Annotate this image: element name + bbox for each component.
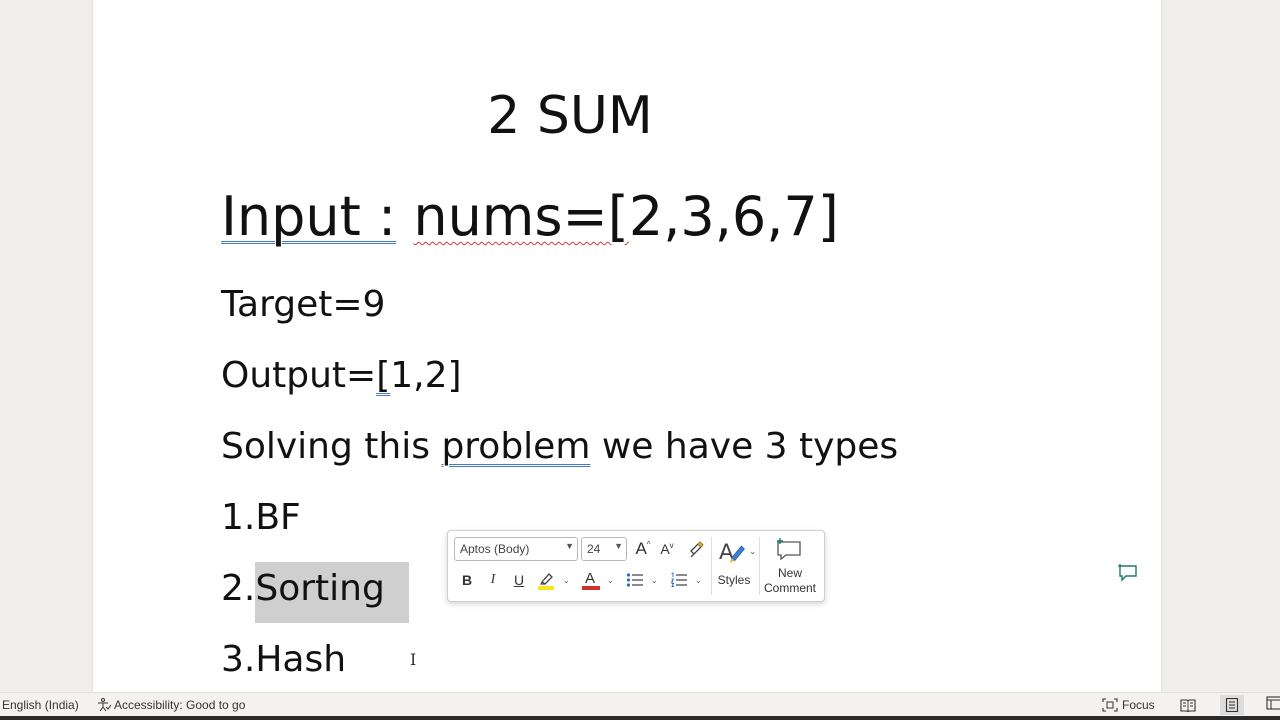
output-bracket: [ [376,355,391,396]
read-mode-icon[interactable] [1178,696,1198,714]
item2-number: 2. [221,568,256,609]
focus-icon [1102,698,1118,712]
solving-word: problem [441,426,591,467]
document-title: 2 SUM [487,86,653,146]
doc-line-item3: 3.Hash [221,639,347,680]
font-size-combo[interactable]: 24 ▼ [581,537,627,561]
grow-font-icon[interactable]: A ^ [632,537,654,561]
doc-line-output: Output=[1,2] [221,358,462,394]
add-comment-icon[interactable] [1118,563,1140,588]
solving-start: Solving this [221,426,442,467]
underline-button[interactable]: U [510,569,528,591]
doc-line-item1: 1.BF [221,497,301,538]
chevron-down-icon[interactable]: ⌄ [651,576,658,585]
accessibility-label: Accessibility: Good to go [114,698,246,712]
text-cursor-icon: I [410,650,417,669]
mini-toolbar: Aptos (Body) ▼ 24 ▼ A ^ Av B I U ⌄ A ⌄ ⌄ … [447,530,825,602]
solving-end: we have 3 types [590,426,899,467]
new-comment-line1: New [777,566,802,580]
numbering-icon[interactable] [667,569,691,591]
output-values: 1,2] [390,355,462,396]
accessibility-icon [96,698,111,712]
web-layout-icon[interactable] [1266,696,1280,714]
highlight-icon[interactable] [534,569,560,591]
print-layout-icon[interactable] [1220,695,1244,715]
new-comment-line2: Comment [763,581,816,595]
font-color-icon[interactable]: A [579,569,603,591]
output-prefix: Output= [221,355,377,396]
doc-line-item2: 2.Sorting [221,562,409,623]
format-painter-icon[interactable] [684,537,708,561]
font-name-value: Aptos (Body) [460,542,530,556]
doc-line-target: Target=9 [221,284,386,325]
focus-label: Focus [1122,698,1155,712]
accessibility-status[interactable]: Accessibility: Good to go [96,698,245,712]
doc-line-input: Input : nums=[2,3,6,7] [221,190,839,244]
new-comment-label[interactable]: New Comment [760,566,820,596]
language-status[interactable]: English (India) [2,698,79,712]
italic-button[interactable]: I [484,569,502,591]
input-label: Input : [221,185,397,248]
bullets-icon[interactable] [623,569,647,591]
toolbar-divider [711,537,712,595]
chevron-down-icon[interactable]: ⌄ [695,576,702,585]
selected-text[interactable]: Sorting [255,562,409,623]
new-comment-icon[interactable] [774,537,804,563]
focus-button[interactable]: Focus [1102,698,1155,712]
doc-line-solving: Solving this problem we have 3 types [221,429,898,465]
chevron-down-icon[interactable]: ⌄ [607,576,614,585]
styles-label: Styles [717,573,751,587]
font-name-combo[interactable]: Aptos (Body) ▼ [454,537,578,561]
bold-button[interactable]: B [458,569,476,591]
shrink-font-icon[interactable]: Av [656,537,678,561]
status-bar: English (India) Accessibility: Good to g… [0,692,1280,717]
chevron-down-icon: ▼ [614,541,623,551]
chevron-down-icon[interactable]: ⌄ [563,576,570,585]
taskbar-strip [0,716,1280,720]
input-values: 2,3,6,7] [628,185,839,248]
chevron-down-icon: ▼ [565,541,574,551]
input-nums: nums=[ [413,185,629,248]
font-size-value: 24 [587,542,601,556]
styles-icon[interactable]: A ⌄ [718,537,756,565]
